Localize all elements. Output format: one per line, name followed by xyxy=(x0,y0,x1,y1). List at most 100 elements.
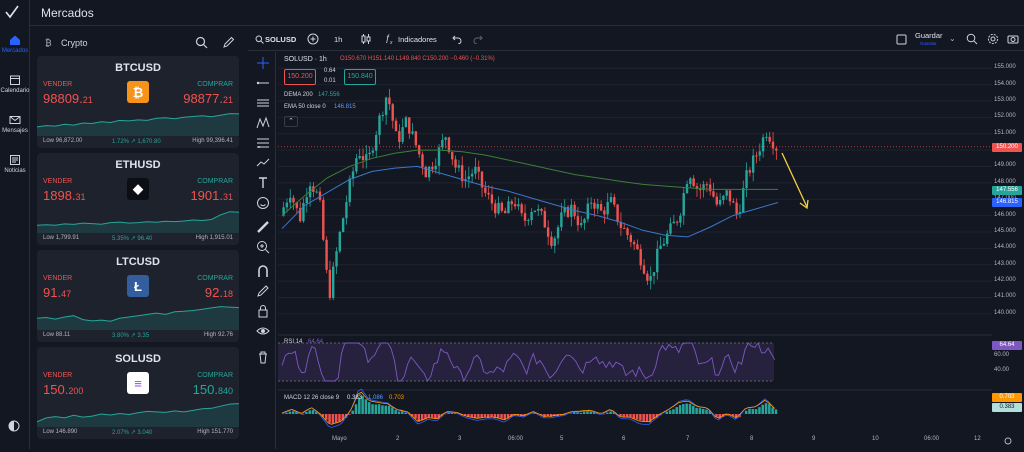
theme-toggle-icon[interactable] xyxy=(8,420,20,432)
settings-icon[interactable] xyxy=(987,33,999,45)
time-tick: 06:00 xyxy=(924,436,939,442)
macd-histogram-bar xyxy=(702,409,705,414)
candle-body xyxy=(372,151,374,153)
candle-body xyxy=(550,237,552,246)
time-tick: 5 xyxy=(560,436,563,442)
undo-icon[interactable] xyxy=(452,34,462,44)
indicators-icon[interactable]: ƒx xyxy=(385,33,393,46)
time-axis-settings-icon[interactable] xyxy=(1002,436,1014,446)
save-button[interactable]: Guardar xyxy=(915,31,943,40)
candle-body xyxy=(600,204,602,210)
sell-price[interactable]: 98809.21 xyxy=(43,91,93,106)
candle-body xyxy=(762,137,764,151)
sell-box[interactable]: 150.200 xyxy=(284,69,316,85)
drawing-toolbar xyxy=(250,52,276,449)
ruler-icon[interactable] xyxy=(256,220,270,234)
candle-body xyxy=(378,115,380,135)
sell-price[interactable]: 1898.31 xyxy=(43,188,86,203)
fib-icon[interactable] xyxy=(256,136,270,150)
price-tick: 146.000 xyxy=(994,212,1016,218)
macd-histogram-bar xyxy=(685,404,688,414)
dema-price-badge: 147.556 xyxy=(992,186,1022,195)
price-scale[interactable]: 155.000154.000153.000152.000151.000150.0… xyxy=(992,52,1024,449)
interval-button[interactable]: 1h xyxy=(334,35,342,44)
sparkline xyxy=(37,205,239,233)
quick-search-icon[interactable] xyxy=(966,33,978,45)
rail-item-mercados[interactable]: Mercados xyxy=(0,34,30,54)
chart-area[interactable]: SOLUSD · 1h O150.670 H151.140 L149.840 C… xyxy=(278,52,992,449)
market-card-ethusd[interactable]: ETHUSD VENDER COMPRAR 1898.31 1901.31 ◆ … xyxy=(37,153,239,245)
sell-price[interactable]: 91.47 xyxy=(43,285,71,300)
candle-body xyxy=(332,267,334,298)
buy-price[interactable]: 1901.31 xyxy=(190,188,233,203)
channel-icon[interactable] xyxy=(256,96,270,110)
chevron-down-icon[interactable]: ⌄ xyxy=(949,34,956,43)
compare-add-icon[interactable] xyxy=(307,33,319,45)
zoom-in-icon[interactable] xyxy=(256,240,270,254)
market-card-ltcusd[interactable]: LTCUSD VENDER COMPRAR 91.47 92.18 Ł Low … xyxy=(37,250,239,342)
candle-body xyxy=(768,137,770,142)
candle-body xyxy=(511,201,513,204)
text-icon[interactable] xyxy=(256,176,270,190)
pattern-icon[interactable] xyxy=(256,116,270,130)
candle-body xyxy=(501,203,503,211)
buy-box[interactable]: 150.840 xyxy=(344,69,376,85)
macd-histogram-bar xyxy=(745,411,748,414)
time-axis[interactable]: Mayo2306:00567891006:0012 xyxy=(278,430,992,449)
market-card-btcusd[interactable]: BTCUSD VENDER COMPRAR 98809.21 98877.21 … xyxy=(37,56,239,148)
macd-histogram-bar xyxy=(375,404,378,414)
candle-body xyxy=(643,265,645,273)
eye-icon[interactable] xyxy=(256,324,270,338)
sell-price[interactable]: 150.200 xyxy=(43,382,83,397)
indicators-button[interactable]: Indicadores xyxy=(398,35,437,44)
search-icon[interactable] xyxy=(195,36,208,49)
redo-icon[interactable] xyxy=(473,34,483,44)
macd-histogram-bar xyxy=(695,408,698,414)
category-label[interactable]: Crypto xyxy=(61,38,88,48)
lock-icon[interactable] xyxy=(256,304,270,318)
edit-icon[interactable] xyxy=(222,36,235,49)
trash-icon[interactable] xyxy=(256,350,270,364)
macd-histogram-bar xyxy=(385,406,388,414)
market-card-solusd[interactable]: SOLUSD VENDER COMPRAR 150.200 150.840 ≡ … xyxy=(37,347,239,439)
price-tick: 143.000 xyxy=(994,261,1016,267)
rail-item-noticias[interactable]: Noticias xyxy=(0,154,30,174)
snapshot-icon[interactable] xyxy=(1007,33,1019,45)
macd-histogram-bar xyxy=(771,407,774,414)
candle-body xyxy=(636,244,638,249)
forecast-icon[interactable] xyxy=(256,156,270,170)
buy-price[interactable]: 150.840 xyxy=(193,382,233,397)
candle-body xyxy=(504,211,506,213)
chart-symbol-title: SOLUSD · 1h xyxy=(284,56,327,63)
magnet-icon[interactable] xyxy=(256,264,270,278)
macd-histogram-bar xyxy=(431,414,434,418)
symbol-button[interactable]: SOLUSD xyxy=(265,35,296,44)
pencil-lock-icon[interactable] xyxy=(256,284,270,298)
time-tick: 9 xyxy=(812,436,815,442)
candle-body xyxy=(306,197,308,203)
crosshair-icon[interactable] xyxy=(256,56,270,70)
candle-body xyxy=(587,204,589,220)
macd-histogram-bar xyxy=(378,404,381,414)
buy-price[interactable]: 98877.21 xyxy=(183,91,233,106)
candle-body xyxy=(395,121,397,131)
candle-body xyxy=(349,179,351,203)
price-tick: 145.000 xyxy=(994,228,1016,234)
mail-icon xyxy=(9,114,21,126)
emoji-icon[interactable] xyxy=(256,196,270,210)
day-change: 3.80% ↗ 3.35 xyxy=(112,332,149,339)
trend-line-icon[interactable] xyxy=(256,76,270,90)
price-chart[interactable] xyxy=(278,52,992,449)
candle-body xyxy=(659,246,661,249)
price-tick: 142.000 xyxy=(994,277,1016,283)
candle-body xyxy=(583,219,585,223)
candle-body xyxy=(441,140,443,147)
ohlc-readout: O150.670 H151.140 L149.840 C150.200 −0.4… xyxy=(340,56,495,62)
layout-icon[interactable] xyxy=(896,34,907,45)
candles-icon[interactable] xyxy=(360,33,372,45)
price-tick: 153.000 xyxy=(994,97,1016,103)
buy-price[interactable]: 92.18 xyxy=(205,285,233,300)
collapse-legend-button[interactable]: ⌃ xyxy=(284,116,298,127)
rail-item-mensajes[interactable]: Mensajes xyxy=(0,114,30,134)
rail-item-calendario[interactable]: Calendario xyxy=(0,74,30,94)
